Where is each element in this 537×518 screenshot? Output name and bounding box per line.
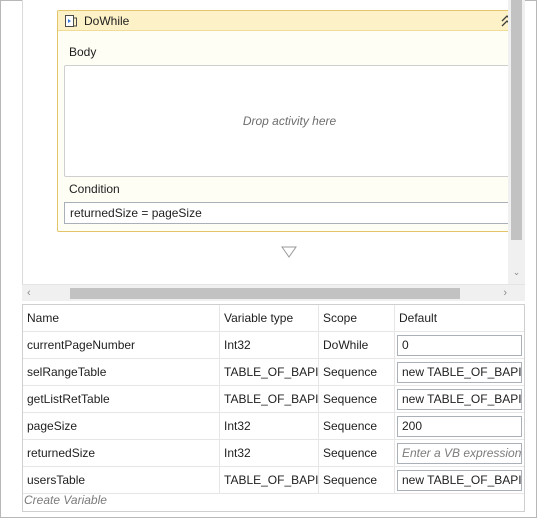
table-row[interactable]: returnedSize Int32 Sequence Enter a VB e… xyxy=(23,440,524,467)
variable-scope[interactable]: Sequence xyxy=(319,413,395,440)
variable-name[interactable]: returnedSize xyxy=(23,440,220,467)
variable-type[interactable]: TABLE_OF_BAPIUS xyxy=(220,359,319,386)
variable-name[interactable]: pageSize xyxy=(23,413,220,440)
create-variable-link[interactable]: Create Variable xyxy=(24,493,107,507)
table-row[interactable]: selRangeTable TABLE_OF_BAPIUS Sequence n… xyxy=(23,359,524,386)
dowhile-icon xyxy=(65,15,77,27)
variable-default-input[interactable]: Enter a VB expression xyxy=(397,443,522,464)
variable-scope[interactable]: Sequence xyxy=(319,467,395,494)
variable-default-input[interactable]: new TABLE_OF_BAPIRI xyxy=(397,389,522,410)
vertical-scrollbar[interactable]: ⌄ xyxy=(508,0,525,284)
variable-default-input[interactable]: new TABLE_OF_BAPIUS xyxy=(397,362,522,383)
variable-scope[interactable]: Sequence xyxy=(319,440,395,467)
dowhile-activity[interactable]: DoWhile Body Drop activity here Conditio… xyxy=(57,10,521,232)
vertical-scroll-thumb[interactable] xyxy=(511,0,522,240)
grid-header: Name Variable type Scope Default xyxy=(23,305,524,332)
variable-type[interactable]: TABLE_OF_BAPIUS xyxy=(220,467,319,494)
variable-name[interactable]: selRangeTable xyxy=(23,359,220,386)
horizontal-scrollbar[interactable]: ‹ › xyxy=(22,284,525,301)
variable-default-input[interactable]: new TABLE_OF_BAPIUS xyxy=(397,470,522,491)
activity-header[interactable]: DoWhile xyxy=(58,11,520,31)
variable-type[interactable]: Int32 xyxy=(220,440,319,467)
column-header-default[interactable]: Default xyxy=(395,305,524,332)
variable-type[interactable]: Int32 xyxy=(220,413,319,440)
condition-label: Condition xyxy=(69,182,120,196)
variable-name[interactable]: getListRetTable xyxy=(23,386,220,413)
variable-name[interactable]: currentPageNumber xyxy=(23,332,220,359)
table-row[interactable]: getListRetTable TABLE_OF_BAPIRET Sequenc… xyxy=(23,386,524,413)
body-drop-zone[interactable]: Drop activity here xyxy=(64,65,515,177)
variable-scope[interactable]: Sequence xyxy=(319,359,395,386)
variable-name[interactable]: usersTable xyxy=(23,467,220,494)
chevron-left-icon[interactable]: ‹ xyxy=(27,287,31,299)
column-header-name[interactable]: Name xyxy=(23,305,220,332)
variable-default-input[interactable]: 200 xyxy=(397,416,522,437)
condition-input[interactable]: returnedSize = pageSize xyxy=(64,202,515,224)
drop-placeholder: Drop activity here xyxy=(242,114,337,128)
variables-grid: Name Variable type Scope Default current… xyxy=(22,304,525,512)
variable-default-input[interactable]: 0 xyxy=(397,335,522,356)
triangle-down-icon xyxy=(281,246,297,258)
chevron-right-icon[interactable]: › xyxy=(503,287,507,299)
table-row[interactable]: usersTable TABLE_OF_BAPIUS Sequence new … xyxy=(23,467,524,494)
column-header-type[interactable]: Variable type xyxy=(220,305,319,332)
activity-title: DoWhile xyxy=(84,14,130,28)
chevron-down-icon[interactable]: ⌄ xyxy=(512,268,521,277)
designer-canvas[interactable]: DoWhile Body Drop activity here Conditio… xyxy=(22,0,525,284)
column-header-scope[interactable]: Scope xyxy=(319,305,395,332)
variable-scope[interactable]: DoWhile xyxy=(319,332,395,359)
table-row[interactable]: currentPageNumber Int32 DoWhile 0 xyxy=(23,332,524,359)
variable-scope[interactable]: Sequence xyxy=(319,386,395,413)
horizontal-scroll-thumb[interactable] xyxy=(70,288,460,299)
table-row[interactable]: pageSize Int32 Sequence 200 xyxy=(23,413,524,440)
variable-type[interactable]: Int32 xyxy=(220,332,319,359)
variable-type[interactable]: TABLE_OF_BAPIRET xyxy=(220,386,319,413)
body-label: Body xyxy=(69,45,97,59)
